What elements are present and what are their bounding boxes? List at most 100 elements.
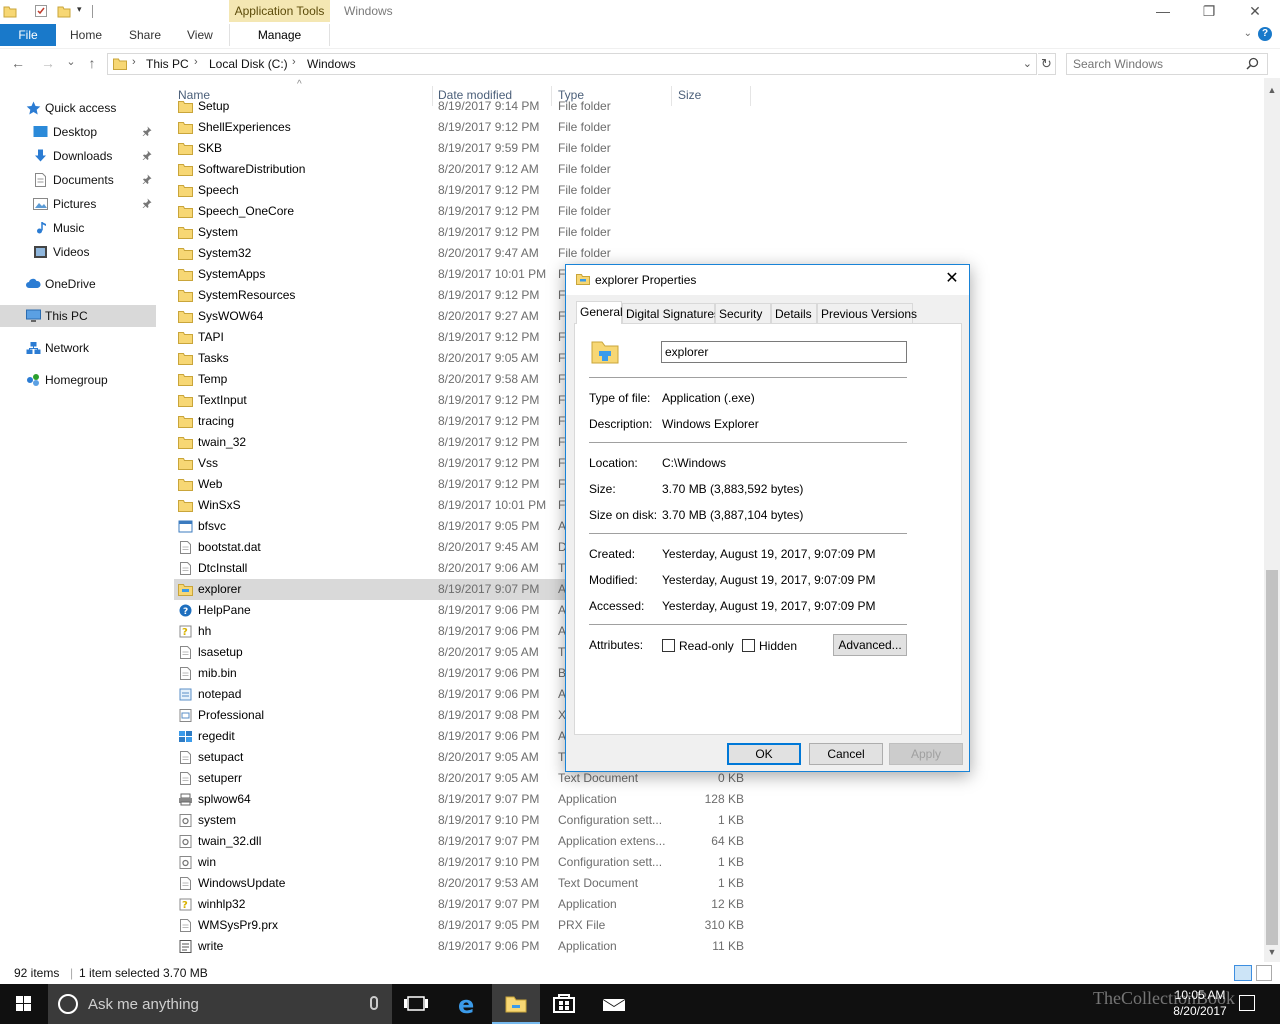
nav-item-network[interactable]: Network	[0, 337, 156, 359]
dialog-title-bar[interactable]: explorer Properties ✕	[566, 265, 969, 295]
file-row[interactable]: splwow64 8/19/2017 9:07 PM Application 128 …	[174, 789, 750, 810]
close-button[interactable]: ✕	[1232, 0, 1278, 24]
tab-digital-signatures[interactable]: Digital Signatures	[622, 303, 720, 324]
scroll-up-icon[interactable]: ▲	[1264, 82, 1280, 98]
recent-locations-button[interactable]: ⌄	[63, 55, 79, 73]
ok-button[interactable]: OK	[727, 743, 801, 765]
nav-item-this-pc[interactable]: This PC	[0, 305, 156, 327]
address-bar[interactable]: › This PC › Local Disk (C:) › Windows ⌄	[107, 53, 1037, 75]
scrollbar-thumb[interactable]	[1266, 570, 1278, 945]
file-row[interactable]: Speech_OneCore 8/19/2017 9:12 PM File fold…	[174, 201, 750, 222]
nav-item-homegroup[interactable]: Homegroup	[0, 369, 156, 391]
breadcrumb-separator[interactable]: ›	[194, 56, 198, 68]
breadcrumb-this-pc[interactable]: This PC	[146, 57, 189, 71]
file-icon	[179, 940, 192, 953]
folder-icon	[178, 311, 193, 323]
microphone-icon[interactable]	[370, 996, 378, 1010]
store-icon[interactable]	[540, 984, 588, 1024]
tab-previous-versions[interactable]: Previous Versions	[817, 303, 917, 324]
nav-item-downloads[interactable]: Downloads	[0, 145, 156, 167]
nav-item-pictures[interactable]: Pictures	[0, 193, 156, 215]
file-name-field[interactable]	[661, 341, 907, 363]
file-icon: ?	[179, 898, 192, 911]
tab-share[interactable]: Share	[129, 24, 161, 46]
hidden-checkbox[interactable]	[742, 639, 755, 652]
file-row[interactable]: SoftwareDistribution 8/20/2017 9:12 AM Fil…	[174, 159, 750, 180]
help-icon[interactable]: ?	[1258, 27, 1272, 41]
breadcrumb-separator[interactable]: ›	[292, 56, 296, 68]
dialog-close-button[interactable]: ✕	[941, 269, 963, 291]
advanced-button[interactable]: Advanced...	[833, 634, 907, 656]
details-view-icon[interactable]	[1234, 965, 1252, 981]
cancel-button[interactable]: Cancel	[809, 743, 883, 765]
tab-manage[interactable]: Manage	[229, 24, 330, 46]
nav-item-onedrive[interactable]: OneDrive	[0, 273, 156, 295]
tab-home[interactable]: Home	[70, 24, 102, 46]
file-date: 8/19/2017 10:01 PM	[438, 498, 547, 512]
file-row[interactable]: Speech 8/19/2017 9:12 PM File folder	[174, 180, 750, 201]
description-value: Windows Explorer	[662, 417, 759, 431]
file-row[interactable]: write 8/19/2017 9:06 PM Application 11 KB	[174, 936, 750, 957]
file-explorer-taskbar-button[interactable]	[492, 984, 540, 1024]
edge-browser-icon[interactable]: e	[443, 984, 491, 1024]
tab-view[interactable]: View	[187, 24, 213, 46]
action-center-icon[interactable]	[1239, 995, 1255, 1011]
read-only-checkbox[interactable]	[662, 639, 675, 652]
clock-date[interactable]: 8/20/2017	[1162, 1004, 1238, 1018]
large-icons-view-icon[interactable]	[1256, 965, 1272, 981]
file-row[interactable]: WMSysPr9.prx 8/19/2017 9:05 PM PRX File 310…	[174, 915, 750, 936]
search-box[interactable]	[1066, 53, 1268, 75]
folder-icon[interactable]	[3, 4, 17, 18]
back-button[interactable]: ←	[10, 55, 26, 73]
file-row[interactable]: twain_32.dll 8/19/2017 9:07 PM Application…	[174, 831, 750, 852]
customize-qat-icon[interactable]: ▾	[77, 4, 91, 18]
tab-details[interactable]: Details	[771, 303, 817, 324]
file-row[interactable]: WindowsUpdate 8/20/2017 9:53 AM Text Docum…	[174, 873, 750, 894]
breadcrumb-windows[interactable]: Windows	[307, 57, 356, 71]
file-row[interactable]: Setup 8/19/2017 9:14 PM File folder	[174, 96, 750, 117]
accessed-label: Accessed:	[589, 599, 645, 613]
read-only-label[interactable]: Read-only	[679, 639, 734, 653]
hidden-label[interactable]: Hidden	[759, 639, 797, 653]
file-row[interactable]: System32 8/20/2017 9:47 AM File folder	[174, 243, 750, 264]
nav-item-videos[interactable]: Videos	[0, 241, 156, 263]
chevron-down-icon[interactable]: ⌄	[1023, 57, 1032, 70]
tab-file[interactable]: File	[0, 24, 56, 46]
file-row[interactable]: system 8/19/2017 9:10 PM Configuration set…	[174, 810, 750, 831]
file-row[interactable]: ? winhlp32 8/19/2017 9:07 PM Application 12 …	[174, 894, 750, 915]
search-icon[interactable]	[1246, 57, 1259, 70]
mail-icon[interactable]	[590, 984, 638, 1024]
file-name: WinSxS	[198, 498, 241, 512]
apply-button[interactable]: Apply	[889, 743, 963, 765]
clock-time[interactable]: 10:05 AM	[1162, 988, 1238, 1002]
tab-security[interactable]: Security	[715, 303, 771, 324]
nav-item-quick-access[interactable]: Quick access	[0, 97, 156, 119]
column-divider[interactable]	[750, 86, 751, 106]
file-row[interactable]: ShellExperiences 8/19/2017 9:12 PM File fo…	[174, 117, 750, 138]
file-row[interactable]: System 8/19/2017 9:12 PM File folder	[174, 222, 750, 243]
file-row[interactable]: SKB 8/19/2017 9:59 PM File folder	[174, 138, 750, 159]
refresh-button[interactable]: ↻	[1038, 53, 1056, 75]
up-button[interactable]: ↑	[84, 55, 100, 73]
tab-general[interactable]: General	[576, 301, 623, 324]
scroll-down-icon[interactable]: ▼	[1264, 944, 1280, 960]
cortana-search-box[interactable]: Ask me anything	[48, 984, 392, 1024]
file-size: 1 KB	[717, 855, 744, 869]
file-icon	[179, 835, 192, 848]
nav-item-music[interactable]: Music	[0, 217, 156, 239]
new-folder-icon[interactable]	[57, 4, 71, 18]
breadcrumb-local-disk[interactable]: Local Disk (C:)	[209, 57, 288, 71]
forward-button[interactable]: →	[40, 55, 56, 73]
minimize-button[interactable]: —	[1140, 0, 1186, 24]
file-row[interactable]: win 8/19/2017 9:10 PM Configuration sett..…	[174, 852, 750, 873]
windows-start-icon[interactable]	[0, 984, 48, 1024]
divider	[589, 624, 907, 625]
search-input[interactable]	[1073, 57, 1243, 71]
chevron-down-icon[interactable]: ⌄	[1244, 28, 1252, 39]
nav-item-desktop[interactable]: Desktop	[0, 121, 156, 143]
breadcrumb-separator[interactable]: ›	[132, 56, 136, 68]
nav-item-documents[interactable]: Documents	[0, 169, 156, 191]
task-view-icon[interactable]	[392, 984, 440, 1024]
maximize-button[interactable]: ❐	[1186, 0, 1232, 24]
properties-icon[interactable]	[34, 4, 48, 18]
